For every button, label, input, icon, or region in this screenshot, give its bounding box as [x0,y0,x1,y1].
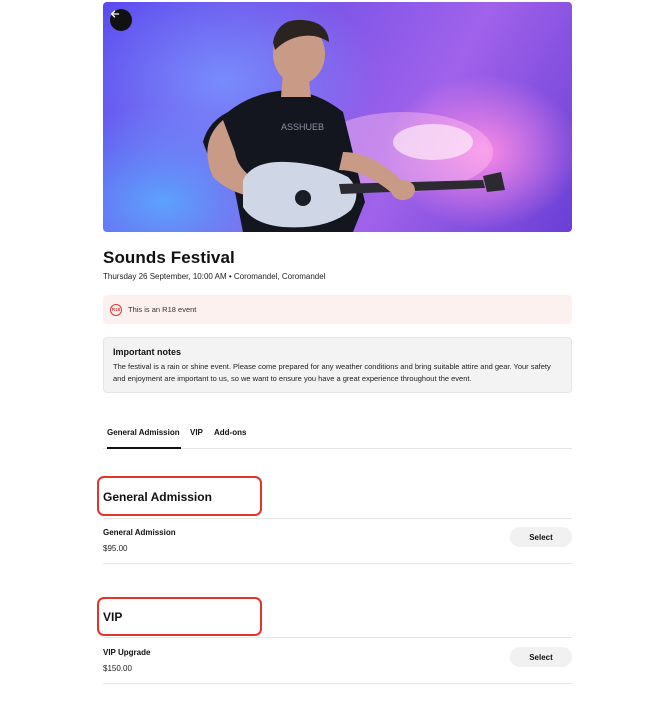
select-vip-upgrade-button[interactable]: Select [510,647,572,667]
event-meta: Thursday 26 September, 10:00 AM • Coroma… [103,272,326,281]
section-heading-general-admission: General Admission [103,490,212,504]
svg-text:ASSHUEB: ASSHUEB [281,122,324,132]
divider [103,518,572,519]
important-notes-title: Important notes [113,347,182,357]
select-general-admission-button[interactable]: Select [510,527,572,547]
ticket-name: General Admission [103,528,176,537]
r18-badge-icon: R18 [110,303,122,316]
r18-notice: R18 This is an R18 event [103,295,572,324]
event-title: Sounds Festival [103,248,235,267]
tab-vip[interactable]: VIP [190,428,203,449]
back-button[interactable] [110,9,132,31]
divider [103,563,572,564]
ticket-name: VIP Upgrade [103,648,151,657]
r18-notice-text: This is an R18 event [128,305,197,314]
arrow-left-icon [110,10,120,18]
section-heading-vip: VIP [103,610,123,624]
guitarist-illustration: ASSHUEB [203,19,505,232]
tab-add-ons[interactable]: Add-ons [214,428,246,449]
divider [103,637,572,638]
ticket-tabs: General Admission VIP Add-ons [103,424,572,449]
important-notes: Important notes The festival is a rain o… [103,337,572,393]
tab-general-admission[interactable]: General Admission [107,428,181,449]
divider [103,683,572,684]
event-page: ASSHUEB Sounds Festival Thursday 26 Sept… [0,0,670,712]
ticket-price: $150.00 [103,664,132,673]
ticket-price: $95.00 [103,544,128,553]
event-hero-image: ASSHUEB [103,2,572,232]
important-notes-body: The festival is a rain or shine event. P… [113,362,551,383]
